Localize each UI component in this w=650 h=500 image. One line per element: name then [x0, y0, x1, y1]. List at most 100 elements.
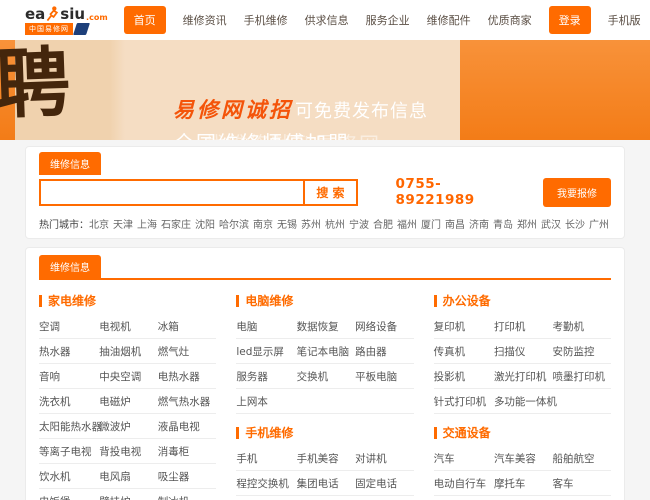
category-item[interactable]: 洗衣机 — [39, 394, 99, 409]
category-item[interactable]: 客车 — [552, 476, 611, 491]
category-item[interactable]: 安防监控 — [552, 344, 611, 359]
nav-item-supply-demand[interactable]: 供求信息 — [305, 12, 349, 28]
section-title[interactable]: 电脑维修 — [236, 282, 413, 314]
category-item[interactable]: 投影机 — [434, 369, 494, 384]
city-link[interactable]: 郑州 — [517, 220, 537, 231]
nav-item-phone-repair[interactable]: 手机维修 — [244, 12, 288, 28]
category-item[interactable]: 船舶航空 — [552, 451, 611, 466]
city-link[interactable]: 沈阳 — [195, 220, 215, 231]
city-link[interactable]: 杭州 — [325, 220, 345, 231]
city-link[interactable]: 苏州 — [301, 220, 321, 231]
search-button[interactable]: 搜 索 — [303, 180, 355, 204]
search-tab-repair-info[interactable]: 维修信息 — [39, 152, 101, 175]
city-link[interactable]: 南京 — [253, 220, 273, 231]
category-item[interactable]: 制冰机 — [158, 494, 217, 500]
category-item[interactable]: 饮水机 — [39, 469, 99, 484]
category-item[interactable]: 中央空调 — [99, 369, 158, 384]
category-item[interactable]: 太阳能热水器 — [39, 419, 102, 434]
category-item[interactable]: 喷墨打印机 — [552, 369, 611, 384]
search-box: 搜 索 — [39, 178, 358, 206]
category-item[interactable]: 扫描仪 — [494, 344, 553, 359]
nav-item-home[interactable]: 首页 — [123, 6, 166, 34]
category-item[interactable]: 液晶电视 — [158, 419, 217, 434]
nav-item-repair-parts[interactable]: 维修配件 — [427, 12, 471, 28]
category-item[interactable]: 热水器 — [39, 344, 99, 359]
category-item[interactable]: 等离子电视 — [39, 444, 99, 459]
category-item[interactable]: 吸尘器 — [158, 469, 217, 484]
category-item[interactable]: 消毒柜 — [158, 444, 217, 459]
category-item[interactable]: 上网本 — [236, 394, 296, 409]
city-link[interactable]: 福州 — [397, 220, 417, 231]
category-item[interactable]: 电视机 — [99, 319, 158, 334]
category-item[interactable]: 针式打印机 — [434, 394, 494, 409]
category-item[interactable]: 电热水器 — [158, 369, 217, 384]
category-item[interactable]: 背投电视 — [99, 444, 158, 459]
category-item[interactable]: 电风扇 — [99, 469, 158, 484]
request-repair-button[interactable]: 我要报修 — [543, 177, 611, 207]
category-item[interactable]: 考勤机 — [552, 319, 611, 334]
nav-item-quality-merchants[interactable]: 优质商家 — [488, 12, 532, 28]
city-link[interactable]: 青岛 — [493, 220, 513, 231]
category-item[interactable]: 燃气灶 — [158, 344, 217, 359]
city-link[interactable]: 长沙 — [565, 220, 585, 231]
category-item[interactable]: 网络设备 — [355, 319, 414, 334]
category-item[interactable]: 多功能一体机 — [494, 394, 557, 409]
listing-tab-repair-info[interactable]: 维修信息 — [39, 255, 101, 278]
category-item[interactable]: 固定电话 — [355, 476, 414, 491]
nav-item-service-companies[interactable]: 服务企业 — [366, 12, 410, 28]
city-link[interactable]: 宁波 — [349, 220, 369, 231]
city-link[interactable]: 哈尔滨 — [219, 220, 249, 231]
section-title[interactable]: 交通设备 — [433, 414, 611, 446]
nav-item-repair-news[interactable]: 维修资讯 — [183, 12, 227, 28]
section-title[interactable]: 手机维修 — [236, 414, 413, 446]
category-item[interactable]: 汽车 — [434, 451, 494, 466]
category-item[interactable]: 电磁炉 — [99, 394, 158, 409]
category-item[interactable]: 电饭煲 — [39, 494, 99, 500]
category-item[interactable]: 笔记本电脑 — [297, 344, 356, 359]
section-title[interactable]: 办公设备 — [433, 282, 611, 314]
category-item[interactable]: led显示屏 — [236, 344, 296, 359]
category-item[interactable]: 摩托车 — [494, 476, 553, 491]
city-link[interactable]: 武汉 — [541, 220, 561, 231]
category-item[interactable]: 平板电脑 — [355, 369, 414, 384]
category-item[interactable]: 汽车美容 — [494, 451, 553, 466]
category-item[interactable]: 打印机 — [494, 319, 553, 334]
city-link[interactable]: 无锡 — [277, 220, 297, 231]
category-item[interactable]: 集团电话 — [297, 476, 356, 491]
city-link[interactable]: 北京 — [89, 220, 109, 231]
category-item[interactable]: 数据恢复 — [297, 319, 356, 334]
category-item[interactable]: 微波炉 — [99, 419, 158, 434]
city-link[interactable]: 合肥 — [373, 220, 393, 231]
promo-banner[interactable]: 聘 找维修就到易修网 易修网诚招 可免费发布信息 全国维修师傅加盟 详情查看 — [0, 40, 650, 140]
category-item[interactable]: 壁挂炉 — [99, 494, 158, 500]
category-item[interactable]: 路由器 — [355, 344, 414, 359]
category-item[interactable]: 激光打印机 — [494, 369, 553, 384]
category-item[interactable]: 电动自行车 — [434, 476, 494, 491]
category-item[interactable]: 手机美容 — [297, 451, 356, 466]
site-logo[interactable]: ea siu .com 中国易修网 — [25, 5, 108, 35]
category-item[interactable]: 对讲机 — [355, 451, 414, 466]
category-item[interactable]: 复印机 — [434, 319, 494, 334]
nav-item-login[interactable]: 登录 — [548, 6, 591, 34]
city-link[interactable]: 厦门 — [421, 220, 441, 231]
city-link[interactable]: 天津 — [113, 220, 133, 231]
city-link[interactable]: 南昌 — [445, 220, 465, 231]
category-item[interactable]: 程控交换机 — [236, 476, 296, 491]
category-item[interactable]: 音响 — [39, 369, 99, 384]
search-input[interactable] — [41, 180, 304, 204]
city-link[interactable]: 广州 — [589, 220, 609, 231]
category-item[interactable]: 空调 — [39, 319, 99, 334]
category-item[interactable]: 抽油烟机 — [99, 344, 158, 359]
category-item[interactable]: 服务器 — [236, 369, 296, 384]
category-item[interactable]: 交换机 — [297, 369, 356, 384]
category-item[interactable]: 燃气热水器 — [158, 394, 217, 409]
category-item[interactable]: 电脑 — [236, 319, 296, 334]
city-link[interactable]: 上海 — [137, 220, 157, 231]
section-title[interactable]: 家电维修 — [39, 282, 216, 314]
nav-item-mobile-version[interactable]: 手机版 — [608, 12, 641, 28]
city-link[interactable]: 济南 — [469, 220, 489, 231]
city-link[interactable]: 石家庄 — [161, 220, 191, 231]
category-item[interactable]: 传真机 — [434, 344, 494, 359]
category-item[interactable]: 冰箱 — [158, 319, 217, 334]
category-item[interactable]: 手机 — [236, 451, 296, 466]
